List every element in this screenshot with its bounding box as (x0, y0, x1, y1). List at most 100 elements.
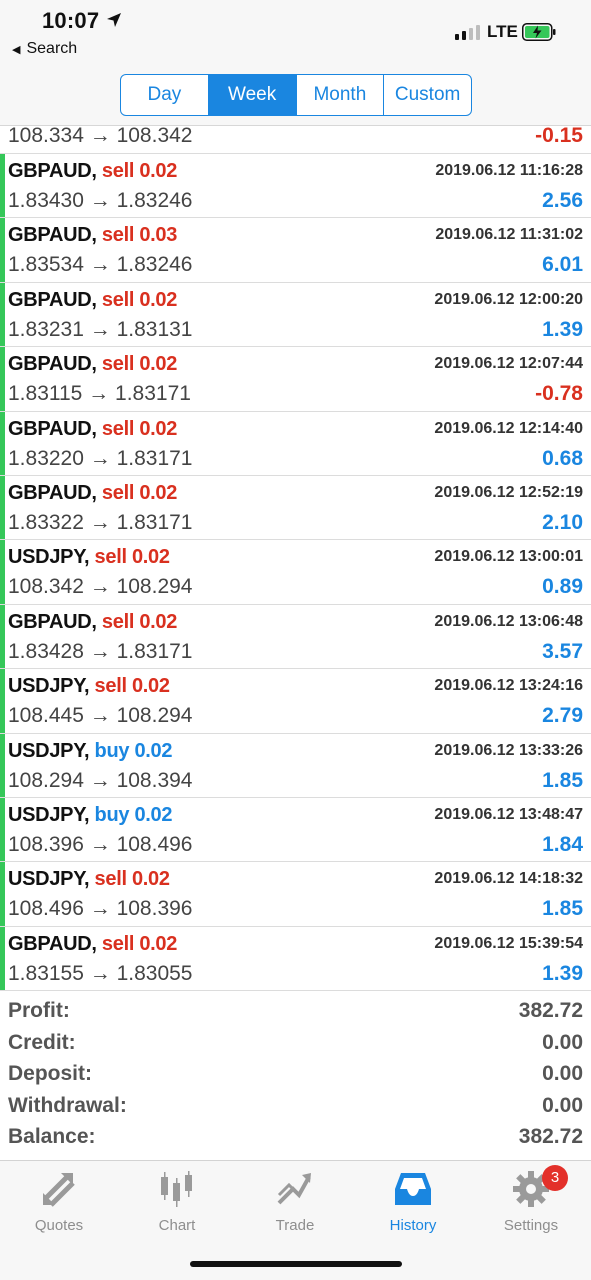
price-range: 1.83220 → 1.83171 (8, 446, 193, 470)
tab-quotes[interactable]: Quotes (0, 1169, 118, 1241)
deal-indicator-bar (0, 411, 5, 475)
price-range: 1.83115 → 1.83171 (8, 382, 191, 406)
tab-trade[interactable]: Trade (236, 1169, 354, 1241)
summary-profit: Profit: 382.72 (8, 999, 583, 1022)
profit-value: 0.68 (542, 446, 583, 470)
deal-indicator-bar (0, 282, 5, 347)
segment-day[interactable]: Day (121, 75, 209, 115)
deal-time: 2019.06.12 15:39:54 (434, 934, 583, 952)
deal-title: GBPAUD, sell 0.02 (8, 353, 177, 376)
deal-action: sell 0.02 (101, 417, 178, 440)
deal-indicator-bar (0, 475, 5, 540)
deal-symbol: GBPAUD, (8, 417, 97, 440)
list-item[interactable]: USDJPY, sell 0.02 2019.06.12 13:24:16 108.… (0, 669, 591, 734)
deal-symbol: GBPAUD, (8, 481, 97, 504)
list-item[interactable]: GBPAUD, sell 0.03 2019.06.12 11:31:02 1.83… (0, 218, 591, 283)
network-type: LTE (487, 22, 518, 41)
summary-credit: Credit: 0.00 (8, 1030, 583, 1054)
deal-time: 2019.06.12 14:18:32 (434, 870, 583, 888)
home-indicator (190, 1261, 402, 1267)
profit-value: 1.39 (542, 961, 583, 985)
history-icon (395, 1173, 431, 1205)
deal-symbol: USDJPY, (8, 868, 90, 891)
deal-action: sell 0.02 (101, 160, 178, 182)
deal-symbol: GBPAUD, (8, 610, 97, 633)
segment-week[interactable]: Week (208, 75, 297, 115)
list-item[interactable]: USDJPY, buy 0.02 2019.06.12 13:48:47 108.3… (0, 797, 591, 863)
list-item[interactable]: USDJPY, buy 0.02 2019.06.12 13:33:26 108.2… (0, 733, 591, 798)
list-item[interactable]: USDJPY, sell 0.02 2019.06.12 13:00:01 108.… (0, 540, 591, 605)
signal-icon (455, 22, 480, 40)
deal-symbol: GBPAUD, (8, 160, 97, 182)
price-range: 1.83231 → 1.83131 (8, 317, 193, 341)
list-item[interactable]: GBPAUD, sell 0.02 2019.06.12 12:00:20 1.83… (0, 282, 591, 348)
price-range: 1.83155 → 1.83055 (8, 961, 193, 985)
deal-indicator-bar (0, 926, 5, 991)
segment-custom[interactable]: Custom (384, 75, 471, 115)
deal-title: USDJPY, sell 0.02 (8, 546, 170, 569)
profit-value: 6.01 (542, 253, 583, 277)
deal-time: 2019.06.12 12:14:40 (434, 419, 583, 437)
deal-action: sell 0.02 (94, 546, 170, 569)
deal-action: buy 0.02 (94, 803, 173, 826)
back-to-search-link[interactable]: ◀ Search (12, 40, 77, 58)
deal-indicator-bar (0, 604, 5, 669)
deal-action: sell 0.03 (101, 224, 178, 247)
header: 10:07 ◀ Search LTE Day Week Month Custom (0, 0, 591, 126)
tab-settings[interactable]: 3 Settings (472, 1165, 590, 1241)
list-item[interactable]: GBPAUD, sell 0.02 2019.06.12 12:52:19 1.83… (0, 475, 591, 541)
deal-indicator-bar (0, 797, 5, 862)
period-segmented-control: Day Week Month Custom (120, 74, 472, 116)
price-range: 1.83428 → 1.83171 (8, 639, 193, 663)
summary-deposit: Deposit: 0.00 (8, 1062, 583, 1085)
deal-time: 2019.06.12 13:00:01 (434, 548, 583, 566)
price-range: 108.445 → 108.294 (8, 704, 193, 728)
list-item[interactable]: GBPAUD, sell 0.02 2019.06.12 13:06:48 1.83… (0, 604, 591, 670)
list-item[interactable]: GBPAUD, sell 0.02 2019.06.12 15:39:54 1.83… (0, 926, 591, 992)
deal-time: 2019.06.12 12:07:44 (434, 355, 583, 373)
deal-time: 2019.06.12 13:48:47 (434, 805, 583, 823)
deal-symbol: USDJPY, (8, 739, 90, 762)
profit-value: 0.89 (542, 575, 583, 599)
segment-month[interactable]: Month (297, 75, 385, 115)
account-summary: Profit: 382.72 Credit: 0.00 Deposit: 0.00 W… (0, 996, 591, 1154)
deal-time: 2019.06.12 11:16:28 (435, 162, 583, 179)
deal-action: sell 0.02 (101, 610, 178, 633)
profit-value: -0.78 (535, 382, 583, 406)
list-item[interactable]: GBPAUD, sell 0.02 2019.06.12 11:16:28 1.83… (0, 154, 591, 219)
deal-title: GBPAUD, sell 0.02 (8, 289, 177, 312)
deal-title: GBPAUD, sell 0.02 (8, 482, 177, 505)
price-range: 1.83534 → 1.83246 (8, 253, 193, 277)
summary-balance: Balance: 382.72 (8, 1125, 583, 1148)
deal-action: sell 0.02 (94, 675, 170, 698)
profit-value: -0.15 (535, 124, 583, 147)
profit-value: 3.57 (542, 639, 583, 663)
quotes-icon (43, 1173, 75, 1207)
deal-symbol: GBPAUD, (8, 353, 97, 376)
price-range: 1.83322 → 1.83171 (8, 510, 193, 534)
deal-title: USDJPY, sell 0.02 (8, 675, 170, 698)
tab-history[interactable]: History (354, 1169, 472, 1241)
profit-value: 1.85 (542, 897, 583, 921)
deal-indicator-bar (0, 540, 5, 604)
deal-action: sell 0.02 (101, 932, 178, 955)
deal-symbol: USDJPY, (8, 675, 90, 698)
list-item[interactable]: 108.334 → 108.342 -0.15 (0, 124, 591, 154)
back-arrow-icon: ◀ (12, 43, 21, 56)
list-item[interactable]: USDJPY, sell 0.02 2019.06.12 14:18:32 108.… (0, 862, 591, 927)
deal-symbol: GBPAUD, (8, 932, 97, 955)
deal-time: 2019.06.12 13:24:16 (434, 677, 583, 695)
deal-action: buy 0.02 (94, 739, 173, 762)
list-item[interactable]: GBPAUD, sell 0.02 2019.06.12 12:14:40 1.83… (0, 411, 591, 476)
deal-action: sell 0.02 (101, 353, 178, 376)
price-range: 108.396 → 108.496 (8, 832, 193, 856)
tab-chart[interactable]: Chart (118, 1169, 236, 1241)
price-range: 108.334 → 108.342 (8, 124, 193, 147)
list-item[interactable]: GBPAUD, sell 0.02 2019.06.12 12:07:44 1.83… (0, 347, 591, 412)
profit-value: 2.56 (542, 189, 583, 212)
deal-symbol: GBPAUD, (8, 288, 97, 311)
price-range: 108.294 → 108.394 (8, 768, 193, 792)
profit-value: 1.84 (542, 832, 583, 856)
deal-indicator-bar (0, 347, 5, 411)
deal-title: USDJPY, buy 0.02 (8, 740, 172, 763)
